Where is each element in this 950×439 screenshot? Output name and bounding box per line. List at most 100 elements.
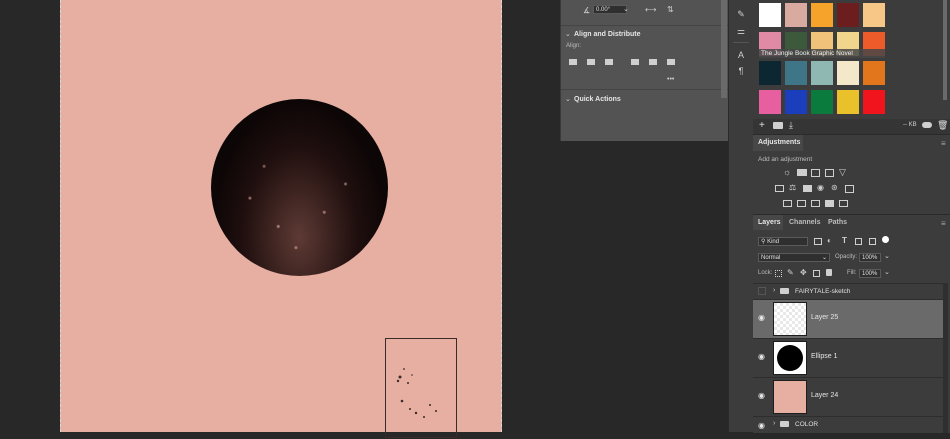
add-swatch-icon[interactable]: + bbox=[759, 120, 765, 131]
swatch[interactable] bbox=[785, 90, 807, 114]
align-left-icon[interactable] bbox=[569, 58, 577, 67]
layer-name: Layer 24 bbox=[811, 392, 839, 399]
fill-field[interactable]: 100% bbox=[859, 269, 881, 278]
layer-kind-filter[interactable]: ⚲ Kind bbox=[758, 237, 808, 246]
align-top-icon[interactable] bbox=[631, 58, 639, 67]
invert-icon[interactable] bbox=[783, 200, 792, 207]
adjustments-title[interactable]: Adjustments bbox=[758, 139, 800, 146]
eye-icon[interactable]: ◉ bbox=[758, 353, 768, 361]
swatch[interactable] bbox=[837, 90, 859, 114]
layer-group-row[interactable]: ◉ › COLOR bbox=[753, 416, 943, 434]
chevron-down-icon[interactable]: ⌄ bbox=[565, 95, 571, 103]
photo-filter-icon[interactable]: ◉ bbox=[817, 183, 824, 192]
filter-adjustment-icon[interactable]: ◐ bbox=[827, 236, 832, 245]
layer-row[interactable]: ◉ Ellipse 1 bbox=[753, 338, 943, 377]
swatch[interactable] bbox=[837, 61, 859, 85]
panel-scrollbar[interactable] bbox=[721, 0, 727, 98]
paragraph-icon[interactable]: ¶ bbox=[736, 66, 746, 76]
swatch[interactable] bbox=[759, 90, 781, 114]
lock-all-icon[interactable] bbox=[826, 269, 832, 276]
panel-menu-icon[interactable]: ≡ bbox=[941, 219, 946, 228]
tab-paths[interactable]: Paths bbox=[828, 219, 847, 226]
swatch[interactable] bbox=[837, 3, 859, 27]
lock-image-icon[interactable]: ✎ bbox=[787, 268, 794, 277]
eye-icon[interactable]: ◉ bbox=[758, 314, 768, 322]
filter-toggle-icon[interactable] bbox=[882, 236, 889, 243]
chevron-right-icon[interactable]: › bbox=[773, 420, 775, 427]
exposure-icon[interactable] bbox=[825, 169, 834, 177]
filter-shape-icon[interactable] bbox=[855, 238, 862, 245]
eye-icon[interactable]: ◉ bbox=[758, 421, 765, 430]
posterize-icon[interactable] bbox=[797, 200, 806, 207]
opacity-dropdown-icon[interactable]: ⌄ bbox=[884, 252, 890, 260]
gradient-map-icon[interactable] bbox=[825, 200, 834, 207]
rotation-field[interactable]: 0.00° bbox=[593, 5, 627, 14]
align-center-horizontal-icon[interactable] bbox=[587, 58, 595, 67]
lock-position-icon[interactable]: ✥ bbox=[800, 268, 807, 277]
swatch[interactable] bbox=[863, 90, 885, 114]
blend-mode-select[interactable]: Normal ⌄ bbox=[758, 253, 830, 262]
panel-menu-icon[interactable]: ≡ bbox=[941, 139, 946, 148]
swatch[interactable] bbox=[811, 3, 833, 27]
flip-vertical-icon[interactable]: ⇅ bbox=[667, 5, 674, 14]
swatch[interactable] bbox=[759, 3, 781, 27]
swatch[interactable] bbox=[863, 61, 885, 85]
visibility-off-box[interactable] bbox=[758, 287, 766, 295]
chevron-right-icon[interactable]: › bbox=[773, 287, 775, 294]
channel-mixer-icon[interactable]: ⊛ bbox=[831, 183, 838, 192]
flip-horizontal-icon[interactable]: ⟷ bbox=[645, 5, 656, 14]
filter-smart-object-icon[interactable] bbox=[869, 238, 876, 245]
layer-row[interactable]: ◉ Layer 25 bbox=[753, 299, 943, 338]
swatch[interactable] bbox=[785, 61, 807, 85]
rotate-angle-icon: ∡ bbox=[583, 6, 591, 15]
vibrance-icon[interactable]: ▽ bbox=[839, 167, 846, 178]
align-label: Align: bbox=[566, 43, 582, 49]
color-balance-icon[interactable]: ⚖ bbox=[789, 183, 796, 192]
swatch[interactable] bbox=[811, 61, 833, 85]
rotation-dropdown-icon[interactable]: ⌄ bbox=[623, 5, 629, 13]
trash-icon[interactable]: 🗑 bbox=[937, 120, 948, 131]
tab-layers[interactable]: Layers bbox=[758, 219, 781, 226]
sketch-rectangle[interactable] bbox=[385, 338, 457, 438]
filter-pixel-icon[interactable] bbox=[814, 238, 822, 245]
swatch[interactable] bbox=[811, 90, 833, 114]
swatch-row-3 bbox=[759, 61, 885, 87]
selective-color-icon[interactable] bbox=[839, 200, 848, 207]
layers-scrollbar[interactable] bbox=[943, 283, 948, 433]
filter-type-icon[interactable]: T bbox=[842, 236, 847, 245]
align-middle-vertical-icon[interactable] bbox=[649, 58, 657, 67]
chevron-down-icon[interactable]: ⌄ bbox=[565, 30, 571, 38]
brush-settings-icon[interactable]: ✎ bbox=[736, 9, 746, 19]
adjustments-sliders-icon[interactable]: ⚌ bbox=[736, 26, 746, 36]
hue-saturation-icon[interactable] bbox=[775, 185, 784, 192]
eye-icon[interactable]: ◉ bbox=[758, 392, 768, 400]
import-icon[interactable]: ⤓ bbox=[789, 120, 793, 131]
adjustment-icons-row-3 bbox=[783, 198, 878, 209]
ellipse-shape[interactable] bbox=[211, 99, 388, 276]
layer-row[interactable]: ◉ Layer 24 bbox=[753, 377, 943, 416]
tab-channels[interactable]: Channels bbox=[789, 219, 821, 226]
brightness-contrast-icon[interactable]: ☼ bbox=[783, 167, 791, 177]
levels-icon[interactable] bbox=[797, 169, 807, 176]
color-lookup-icon[interactable] bbox=[845, 185, 854, 193]
quick-actions-title[interactable]: Quick Actions bbox=[574, 96, 621, 103]
curves-icon[interactable] bbox=[811, 169, 820, 177]
folder-icon[interactable] bbox=[773, 122, 783, 129]
swatches-scrollbar[interactable] bbox=[943, 0, 947, 100]
opacity-field[interactable]: 100% bbox=[859, 253, 881, 262]
more-options-button[interactable]: ••• bbox=[667, 76, 674, 83]
align-distribute-title[interactable]: Align and Distribute bbox=[574, 31, 641, 38]
lock-artboard-icon[interactable] bbox=[813, 270, 820, 277]
swatch[interactable] bbox=[759, 61, 781, 85]
swatch[interactable] bbox=[785, 3, 807, 27]
black-white-icon[interactable] bbox=[803, 185, 812, 192]
swatch[interactable] bbox=[863, 3, 885, 27]
cloud-icon[interactable] bbox=[922, 122, 932, 128]
threshold-icon[interactable] bbox=[811, 200, 820, 207]
fill-dropdown-icon[interactable]: ⌄ bbox=[884, 268, 890, 276]
character-icon[interactable]: A bbox=[736, 50, 746, 60]
align-bottom-icon[interactable] bbox=[667, 58, 675, 67]
layer-group-row[interactable]: › FAIRYTALE-sketch bbox=[753, 283, 943, 300]
align-right-icon[interactable] bbox=[605, 58, 613, 67]
lock-transparent-icon[interactable] bbox=[775, 270, 782, 277]
